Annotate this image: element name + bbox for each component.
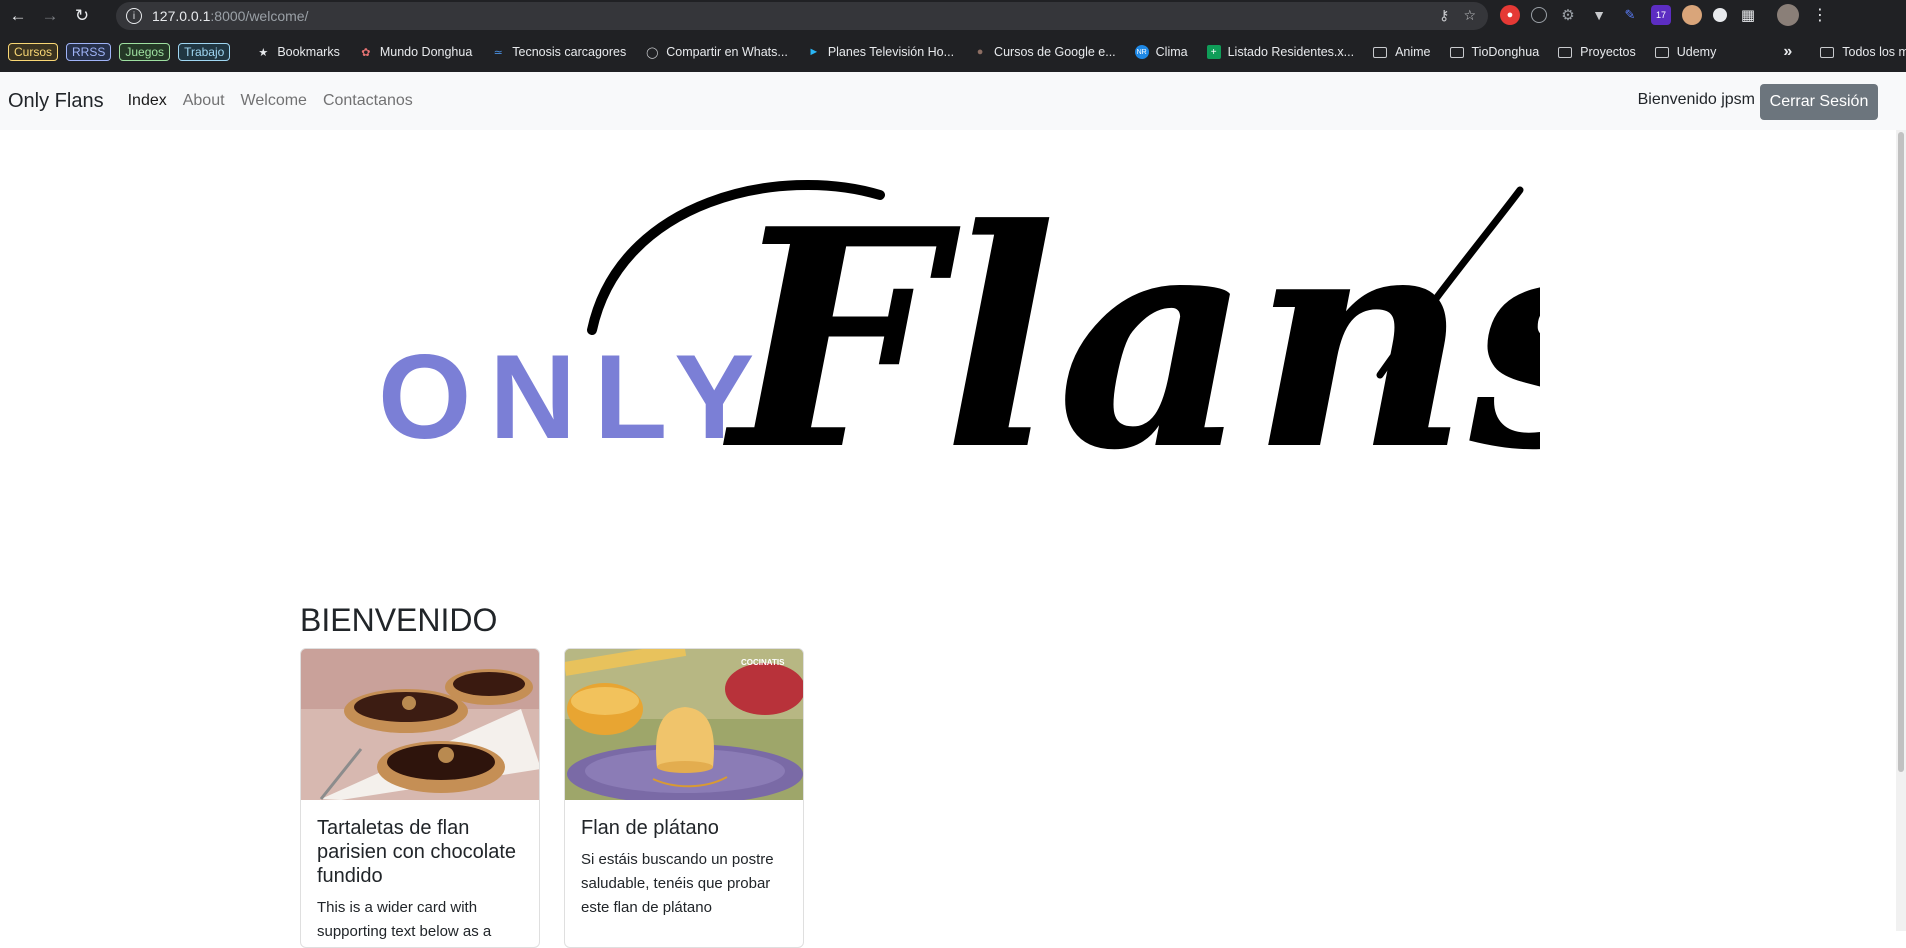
logo-flans-text: Flans: [721, 163, 1540, 500]
brand-link[interactable]: Only Flans: [8, 90, 104, 113]
bookmark-item[interactable]: ► Planes Televisión Ho...: [807, 45, 954, 59]
extension-badge-icon[interactable]: 17: [1651, 5, 1671, 25]
site-icon: NR: [1134, 45, 1149, 59]
extension-pen-icon[interactable]: ✎: [1620, 5, 1640, 25]
bookmark-item[interactable]: NR Clima: [1134, 45, 1188, 59]
recipe-card[interactable]: Tartaletas de flan parisien con chocolat…: [300, 648, 540, 948]
bookmark-folder[interactable]: Anime: [1373, 45, 1431, 59]
extension-sync-icon[interactable]: [1531, 7, 1547, 23]
bookmark-item[interactable]: ✿ Mundo Donghua: [359, 45, 472, 59]
extensions-puzzle-icon[interactable]: ▦: [1738, 5, 1758, 25]
url-host: 127.0.0.1: [152, 8, 211, 24]
site-icon: ≃: [493, 46, 503, 59]
bookmark-item[interactable]: ◯ Compartir en Whats...: [645, 45, 788, 59]
bookmark-folder[interactable]: Proyectos: [1558, 45, 1636, 59]
sheet-icon: +: [1206, 45, 1221, 59]
star-icon: ★: [258, 46, 269, 59]
page-scrollbar[interactable]: [1896, 130, 1906, 931]
url-path: :8000/welcome/: [210, 8, 309, 24]
site-navbar: Only Flans Index About Welcome Contactan…: [0, 72, 1906, 130]
folder-icon: [1820, 46, 1835, 58]
extension-circle-icon[interactable]: [1713, 8, 1727, 22]
welcome-heading: BIENVENIDO: [300, 602, 498, 638]
bookmark-folder[interactable]: TioDonghua: [1449, 45, 1539, 59]
folder-icon: [1654, 46, 1669, 58]
bookmark-item[interactable]: ≃ Tecnosis carcagores: [491, 45, 627, 59]
menu-kebab-icon[interactable]: ⋮: [1810, 5, 1830, 25]
only-flans-logo: ONLY Flans: [378, 163, 1540, 500]
profile-avatar[interactable]: [1777, 4, 1799, 26]
bookmark-tag-trabajo[interactable]: Trabajo: [178, 43, 231, 61]
card-text: Si estáis buscando un postre saludable, …: [581, 851, 774, 916]
logo-only-text: ONLY: [378, 330, 772, 464]
scrollbar-thumb[interactable]: [1898, 132, 1904, 772]
card-image-tartaletas: [301, 649, 539, 800]
globe-icon: ◯: [646, 46, 659, 59]
bookmarks-overflow-icon[interactable]: »: [1783, 43, 1792, 61]
bookmark-tag-cursos[interactable]: Cursos: [8, 43, 59, 61]
card-title: Flan de plátano: [581, 817, 719, 839]
folder-icon: [1449, 46, 1464, 58]
logout-button[interactable]: Cerrar Sesión: [1760, 84, 1878, 120]
extension-vue-icon[interactable]: ▼: [1589, 5, 1609, 25]
key-icon[interactable]: ⚷: [1439, 7, 1449, 24]
folder-icon: [1373, 46, 1388, 58]
extension-gear-icon[interactable]: ⚙: [1558, 5, 1578, 25]
site-icon: ✿: [361, 46, 371, 59]
bookmark-tag-juegos[interactable]: Juegos: [119, 43, 171, 61]
extension-red-icon[interactable]: ●: [1500, 5, 1520, 25]
bookmark-item[interactable]: ● Cursos de Google e...: [973, 45, 1116, 59]
card-image-flan-platano: COCINATIS: [565, 649, 803, 800]
site-icon: ●: [976, 46, 984, 58]
bookmark-item[interactable]: ★ Bookmarks: [256, 45, 339, 59]
card-title: Tartaletas de flan parisien con chocolat…: [317, 817, 517, 887]
back-icon[interactable]: ←: [4, 2, 32, 30]
bookmarks-bar: Cursos RRSS Juegos Trabajo ★ Bookmarks ✿ M…: [0, 32, 1906, 72]
nav-link-welcome[interactable]: Welcome: [241, 92, 307, 110]
recipe-card[interactable]: COCINATIS Flan de plátano Si estáis busc…: [564, 648, 804, 948]
folder-icon: [1558, 46, 1573, 58]
forward-icon[interactable]: →: [36, 2, 64, 30]
browser-toolbar: ← → ↻ i 127.0.0.1:8000/welcome/ ⚷ ☆ ● ⚙ …: [0, 0, 1906, 32]
bookmark-item[interactable]: + Listado Residentes.x...: [1206, 45, 1354, 59]
nav-link-contactanos[interactable]: Contactanos: [323, 92, 413, 110]
bookmark-tag-rrss[interactable]: RRSS: [66, 43, 112, 61]
bookmark-star-icon[interactable]: ☆: [1463, 7, 1476, 24]
reload-icon[interactable]: ↻: [68, 2, 96, 30]
all-bookmarks-folder[interactable]: Todos los marcadores: [1820, 45, 1906, 59]
card-text: This is a wider card with supporting tex…: [317, 899, 492, 940]
bookmark-folder[interactable]: Udemy: [1654, 45, 1716, 59]
extension-face-icon[interactable]: [1682, 5, 1702, 25]
nav-link-index[interactable]: Index: [128, 92, 167, 110]
play-icon: ►: [808, 46, 820, 58]
user-greeting: Bienvenido jpsm: [1637, 91, 1755, 108]
site-info-icon[interactable]: i: [126, 8, 142, 24]
card-image-watermark: COCINATIS: [741, 658, 785, 667]
nav-link-about[interactable]: About: [183, 92, 225, 110]
address-bar[interactable]: i 127.0.0.1:8000/welcome/ ⚷ ☆: [116, 2, 1488, 30]
